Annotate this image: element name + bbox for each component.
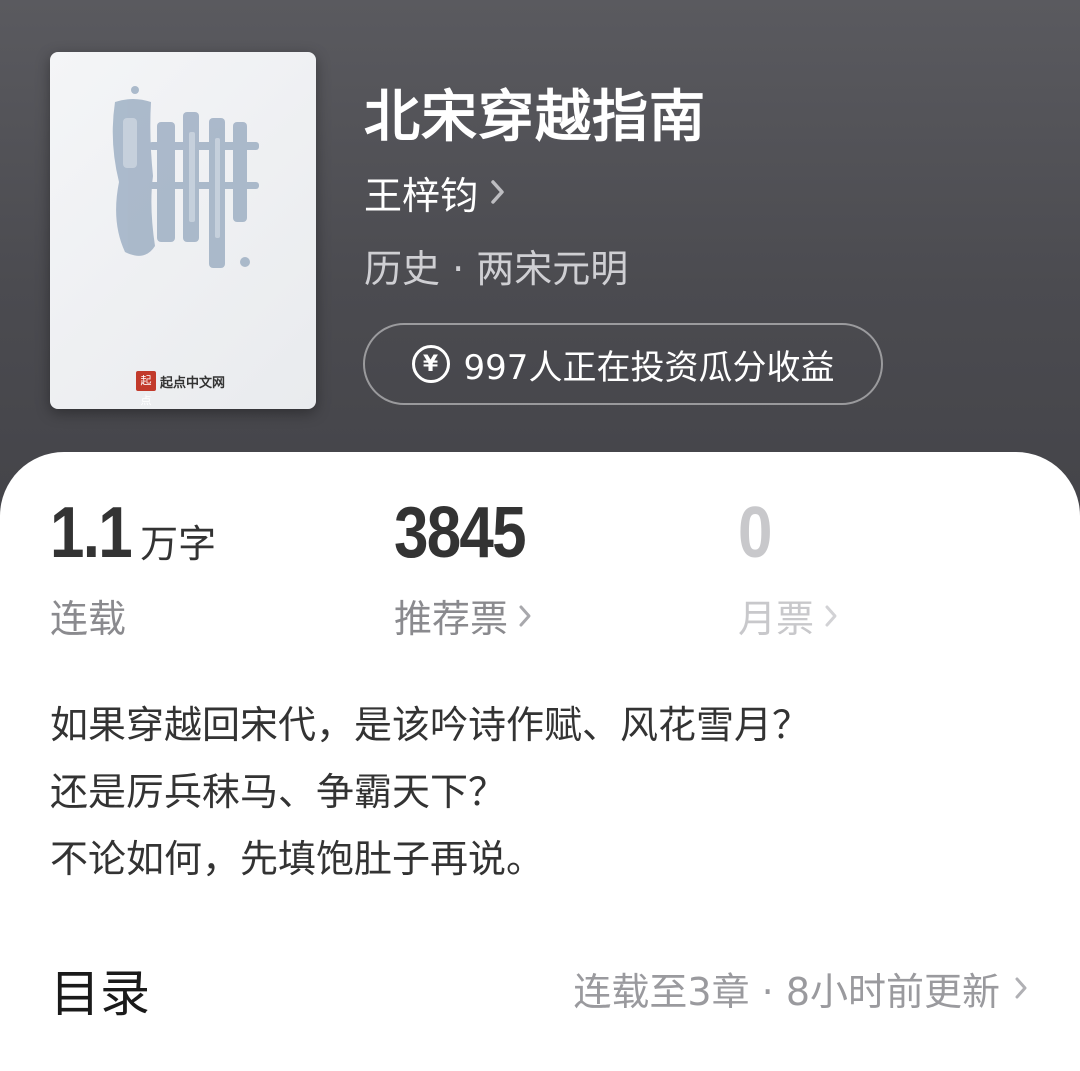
toc-link[interactable]: 连载至3章 · 8小时前更新 — [573, 964, 1028, 1014]
recommend-votes-label: 推荐票 — [394, 597, 509, 641]
author-name: 王梓钧 — [364, 173, 479, 218]
book-cover[interactable]: 起点 起点中文网 — [50, 52, 316, 409]
book-genre[interactable]: 历史 · 两宋元明 — [364, 238, 628, 293]
word-count-value: 1.1 — [50, 493, 133, 573]
chevron-right-icon — [825, 605, 837, 626]
toc-update-info: 连载至3章 · 8小时前更新 — [573, 969, 1000, 1014]
cover-publisher-logo: 起点 起点中文网 — [136, 370, 226, 407]
stat-word-count: 1.1 万字 连载 — [50, 492, 216, 643]
publisher-seal-icon: 起点 — [136, 371, 156, 407]
book-description: 如果穿越回宋代，是该吟诗作赋、风花雪月？ 还是厉兵秣马、争霸天下？ 不论如何，先… — [50, 692, 1030, 893]
word-count-unit: 万字 — [140, 522, 217, 566]
description-line: 如果穿越回宋代，是该吟诗作赋、风花雪月？ — [50, 703, 811, 747]
stat-monthly-votes[interactable]: 0 月票 — [738, 492, 838, 643]
monthly-votes-value: 0 — [738, 493, 772, 573]
author-link[interactable]: 王梓钧 — [364, 168, 506, 218]
investment-button[interactable]: ¥ 997人正在投资瓜分收益 — [363, 323, 883, 405]
chevron-right-icon — [491, 180, 504, 204]
book-detail-sheet: 1.1 万字 连载 3845 推荐票 0 月票 如果穿越回宋代，是该吟诗作赋、风… — [0, 452, 1080, 1071]
chevron-right-icon — [1015, 977, 1027, 999]
recommend-votes-value: 3845 — [394, 493, 527, 573]
monthly-votes-label: 月票 — [738, 597, 815, 641]
toc-heading: 目录 — [50, 965, 150, 1023]
serial-status-label: 连载 — [50, 597, 127, 641]
investment-text: 997人正在投资瓜分收益 — [463, 347, 835, 388]
description-line: 还是厉兵秣马、争霸天下？ — [50, 770, 507, 814]
chevron-right-icon — [519, 605, 531, 626]
description-line: 不论如何，先填饱肚子再说。 — [50, 837, 545, 881]
yen-coin-icon: ¥ — [411, 345, 450, 383]
book-header: 起点 起点中文网 北宋穿越指南 王梓钧 历史 · 两宋元明 ¥ 997人正在投资… — [0, 0, 1080, 520]
cover-publisher-name: 起点中文网 — [160, 375, 226, 391]
book-title: 北宋穿越指南 — [364, 84, 706, 150]
stat-recommend-votes[interactable]: 3845 推荐票 — [394, 492, 546, 643]
cover-calligraphy-art — [112, 86, 259, 268]
